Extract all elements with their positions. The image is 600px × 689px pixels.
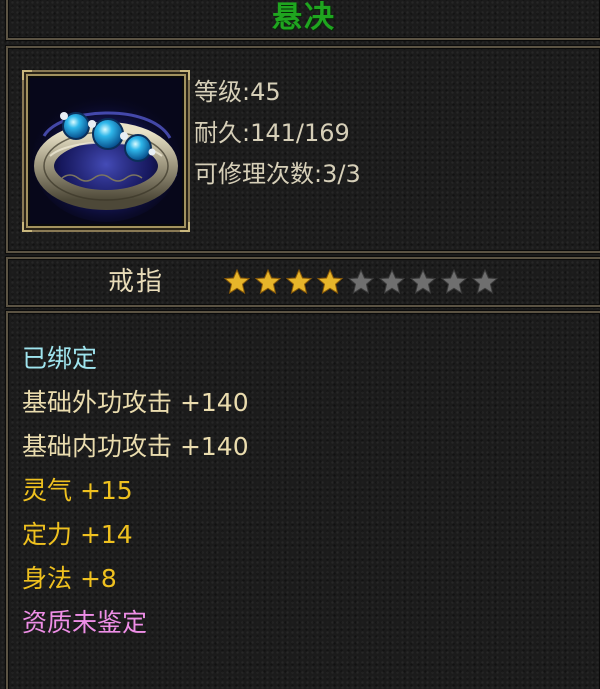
star-empty-icon [347,268,375,295]
attribute-line: 资质未鉴定 [22,608,148,637]
star-empty-icon [409,268,437,295]
star-filled-icon [316,268,344,295]
attribute-line: 灵气 +15 [22,476,133,505]
attribute-line: 基础内功攻击 +140 [22,432,249,461]
star-empty-icon [440,268,468,295]
star-rating [222,267,500,297]
attribute-list: 已绑定基础外功攻击 +140 基础内功攻击 +140 灵气 +15 定力 +14 身法 … [22,337,249,645]
attribute-line: 已绑定 [22,344,98,373]
stat-repair-count: 可修理次数:3/3 [194,160,361,188]
star-empty-icon [471,268,499,295]
item-type: 戒指 [108,267,165,297]
star-filled-icon [285,268,313,295]
title-bar: 悬决 [6,0,600,40]
attribute-line: 定力 +14 [22,520,133,549]
attribute-line: 身法 +8 [22,564,117,593]
star-empty-icon [378,268,406,295]
item-stats: 等级:45 耐久:141/169 可修理次数:3/3 [194,72,361,195]
star-filled-icon [254,268,282,295]
item-header-panel: 等级:45 耐久:141/169 可修理次数:3/3 [6,46,600,253]
ring-icon [30,78,182,224]
item-icon-frame [22,70,190,232]
attribute-line: 基础外功攻击 +140 [22,388,249,417]
stat-level: 等级:45 [194,78,281,106]
stat-durability: 耐久:141/169 [194,119,350,147]
star-filled-icon [223,268,251,295]
item-tooltip: 悬决 等级:45 耐久:141/169 可修理次数:3/3 戒指 已绑定 基础外… [0,0,600,689]
item-name: 悬决 [272,0,336,35]
item-attributes-panel: 已绑定基础外功攻击 +140 基础内功攻击 +140 灵气 +15 定力 +14 身法 … [6,311,600,689]
item-type-bar: 戒指 [6,257,600,307]
